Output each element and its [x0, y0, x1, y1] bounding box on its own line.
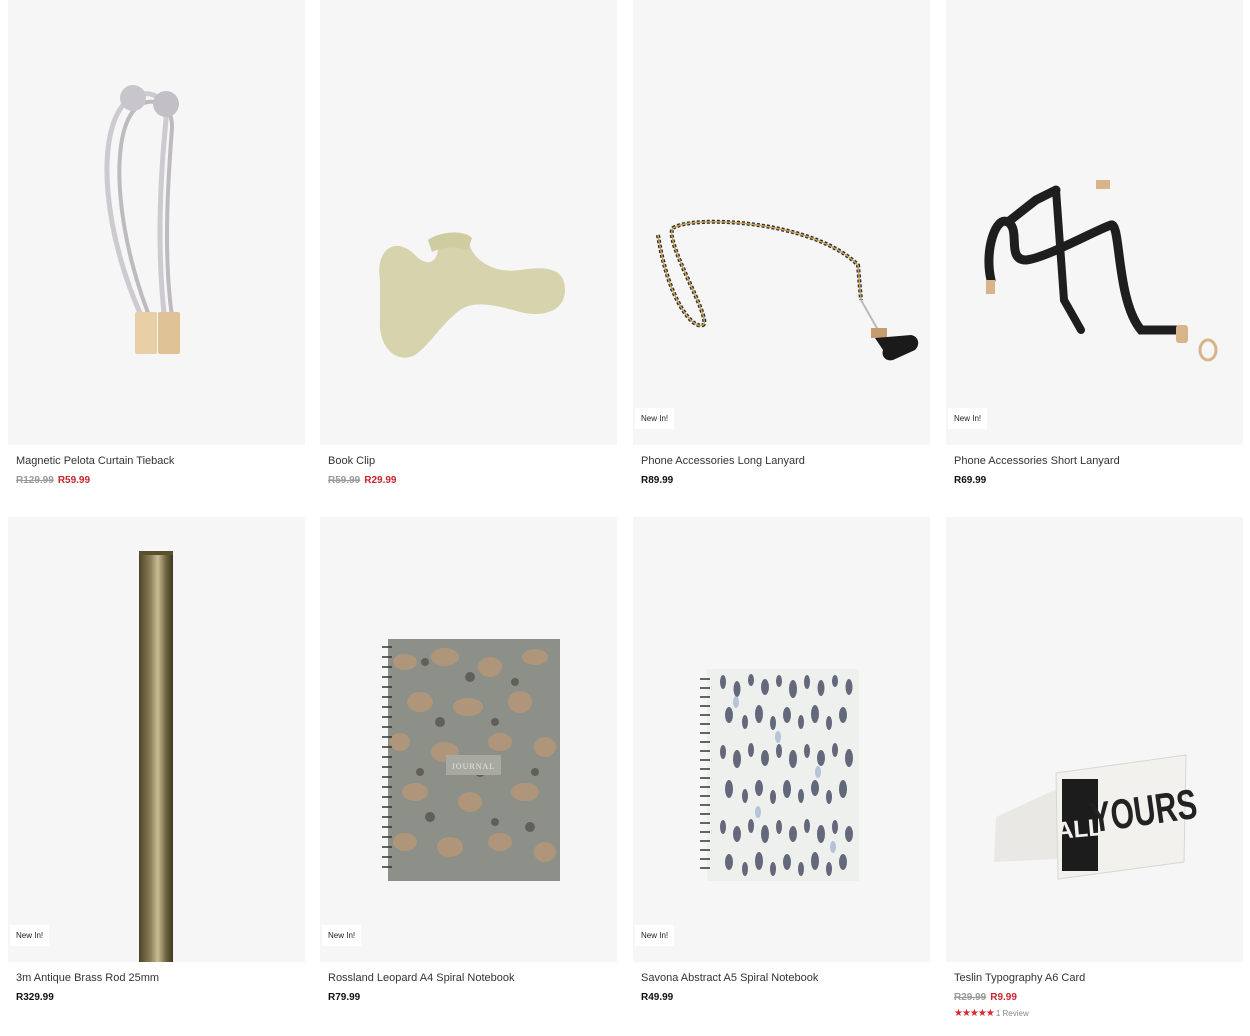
journal-cover-text: JOURNAL — [452, 762, 495, 771]
price: R69.99 — [954, 475, 987, 486]
new-in-badge: New In! — [948, 408, 988, 429]
new-in-badge: New In! — [322, 925, 362, 946]
book-clip-image — [379, 232, 565, 358]
product-title[interactable]: Book Clip — [328, 455, 617, 469]
new-in-badge: New In! — [10, 925, 50, 946]
price: R79.99 — [328, 992, 361, 1003]
product-title[interactable]: Rossland Leopard A4 Spiral Notebook — [328, 972, 617, 986]
brass-rod-image — [139, 551, 173, 962]
product-image[interactable]: New In! — [8, 517, 305, 962]
product-image[interactable]: New In! — [633, 0, 930, 445]
product-card[interactable]: New In! Savona Abstract A5 Spiral Notebo… — [633, 517, 930, 1006]
sale-price: R29.99 — [364, 475, 397, 486]
product-prices: R79.99 — [328, 992, 617, 1006]
price: R49.99 — [641, 992, 674, 1003]
star-rating-icon: ★★★★★ — [954, 1008, 995, 1019]
sale-price: R59.99 — [57, 475, 91, 486]
product-card[interactable]: New In! 3m Antique Brass Rod 25mm R329.9… — [8, 517, 305, 1006]
price: R329.99 — [16, 992, 54, 1003]
product-prices: R29.99 R9.99 — [954, 992, 1243, 1006]
abstract-notebook-image — [700, 669, 859, 881]
product-image[interactable] — [320, 0, 617, 445]
typography-card-image: ALL YOURS — [994, 754, 1200, 880]
product-card[interactable]: New In! Phone Accessories Short Lanyard … — [946, 0, 1243, 489]
price: R89.99 — [641, 475, 674, 486]
product-image[interactable]: ALL YOURS — [946, 517, 1243, 962]
product-image[interactable] — [8, 0, 305, 445]
product-card[interactable]: Magnetic Pelota Curtain Tieback R129.99 R… — [8, 0, 305, 489]
product-image[interactable]: New In! — [946, 0, 1243, 445]
short-lanyard-image — [984, 180, 1218, 362]
product-prices: R69.99 — [954, 475, 1243, 489]
original-price: R129.99 — [16, 475, 54, 486]
product-prices: R129.99 R59.99 — [16, 475, 305, 489]
curtain-tieback-image — [104, 85, 180, 354]
leopard-notebook-image: JOURNAL — [382, 639, 560, 881]
product-prices: R59.99 R29.99 — [328, 475, 617, 489]
review-count[interactable]: 1 Review — [996, 1009, 1029, 1018]
product-image[interactable]: New In! — [633, 517, 930, 962]
product-image[interactable]: JOURNAL New In! — [320, 517, 617, 962]
product-card[interactable]: Book Clip R59.99 R29.99 — [320, 0, 617, 489]
product-card[interactable]: New In! Phone Accessories Long Lanyard R… — [633, 0, 930, 489]
product-rating[interactable]: ★★★★★ 1 Review — [954, 1008, 1243, 1019]
new-in-badge: New In! — [635, 408, 675, 429]
original-price: R59.99 — [328, 475, 361, 486]
product-card[interactable]: JOURNAL New In! Rossland Leopard A4 Spir… — [320, 517, 617, 1006]
product-grid: Magnetic Pelota Curtain Tieback R129.99 R… — [0, 0, 1250, 1036]
original-price: R29.99 — [954, 992, 987, 1003]
product-title[interactable]: Magnetic Pelota Curtain Tieback — [16, 455, 305, 469]
product-prices: R329.99 — [16, 992, 305, 1006]
product-title[interactable]: Savona Abstract A5 Spiral Notebook — [641, 972, 930, 986]
new-in-badge: New In! — [635, 925, 675, 946]
product-title[interactable]: Teslin Typography A6 Card — [954, 972, 1243, 986]
product-title[interactable]: Phone Accessories Short Lanyard — [954, 455, 1243, 469]
sale-price: R9.99 — [990, 992, 1017, 1003]
product-title[interactable]: Phone Accessories Long Lanyard — [641, 455, 930, 469]
product-card[interactable]: ALL YOURS Teslin Typography A6 Card R29.… — [946, 517, 1243, 1019]
product-title[interactable]: 3m Antique Brass Rod 25mm — [16, 972, 305, 986]
product-prices: R49.99 — [641, 992, 930, 1006]
product-prices: R89.99 — [641, 475, 930, 489]
long-lanyard-image — [656, 219, 919, 361]
